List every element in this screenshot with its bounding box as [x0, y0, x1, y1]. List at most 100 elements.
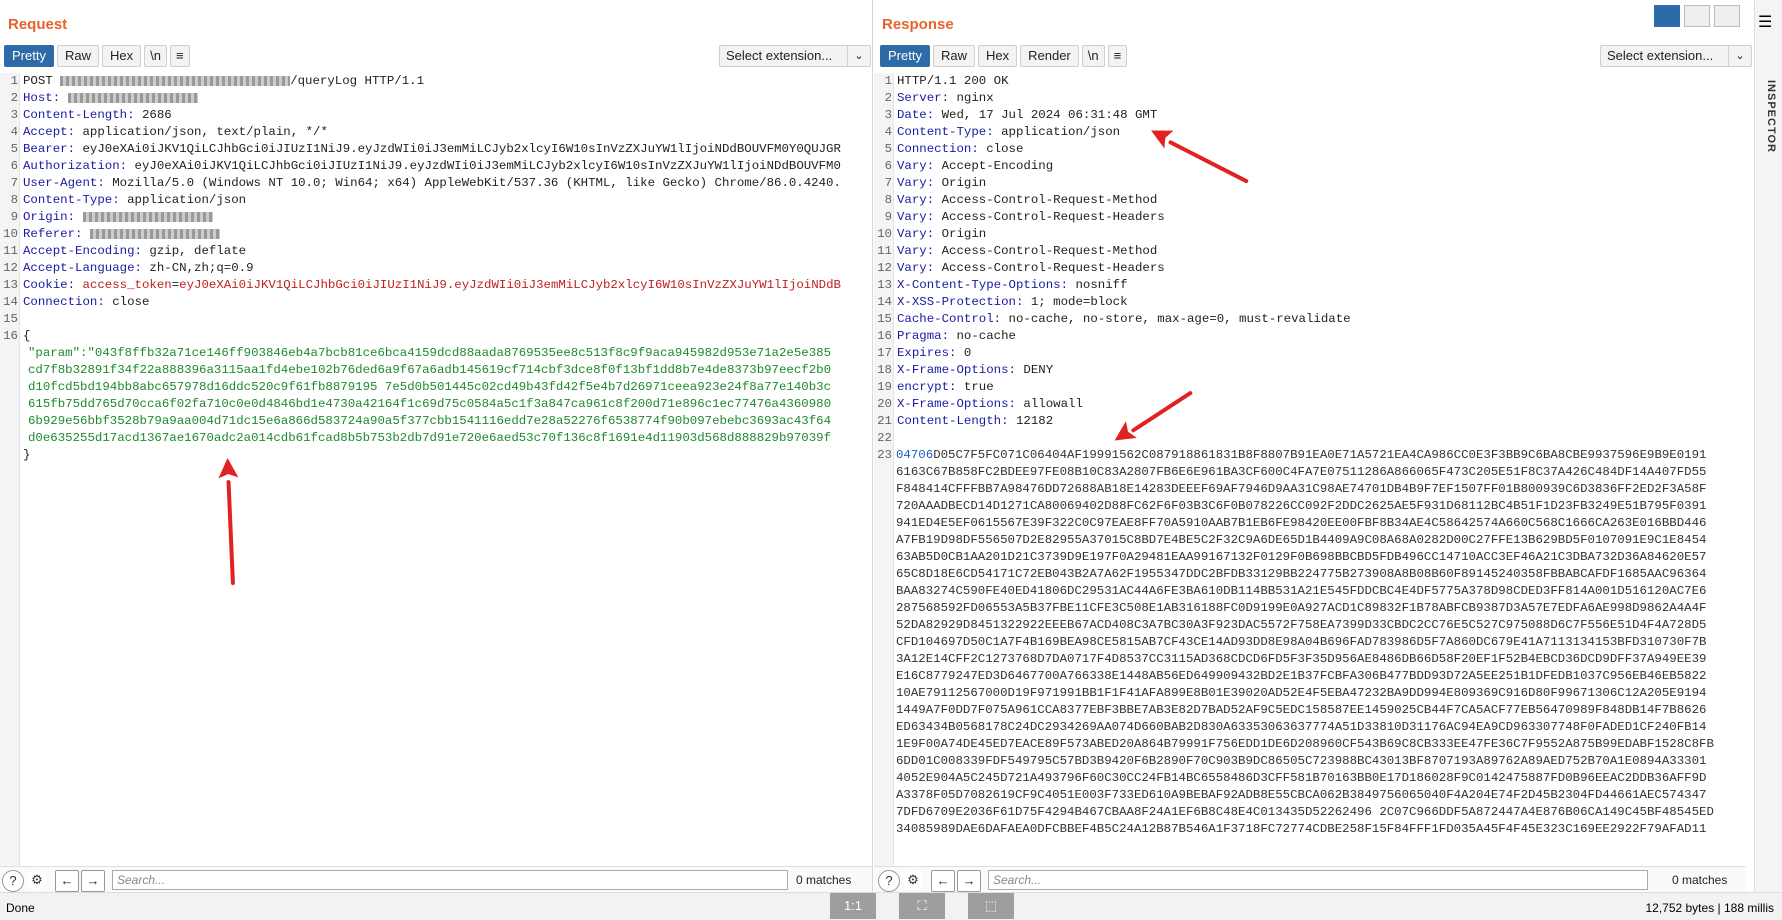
header-key: X-Content-Type-Options: — [897, 278, 1076, 292]
inspector-label[interactable]: INSPECTOR — [1759, 80, 1777, 153]
code-line: Expires: 0 — [897, 345, 971, 362]
response-search-input[interactable]: Search... — [988, 870, 1648, 890]
line-number: 6 — [10, 159, 18, 173]
menu-icon[interactable]: ≡ — [1107, 45, 1128, 67]
hex-body-line: A7FB19D98DF556507D2E82955A37015C8BD7E4BE… — [896, 532, 1706, 549]
newline-toggle[interactable]: \n — [1081, 45, 1105, 67]
line-number: 14 — [3, 295, 18, 309]
hex-text: 287568592FD06553A5B37FBE11CFE3C508E1AB31… — [896, 601, 1707, 615]
prev-match-button[interactable]: ← — [931, 870, 955, 892]
inspector-menu-icon[interactable]: ☰ — [1758, 12, 1772, 32]
tab-hex[interactable]: Hex — [101, 45, 142, 67]
line-number: 12 — [877, 261, 892, 275]
request-search-bar: ? ⚙ ← → Search... 0 matches — [0, 866, 872, 893]
line-number: 3 — [884, 108, 892, 122]
hex-body-line: 34085989DAE6DAFAEA0DFCBBEF4B5C24A12B87B5… — [896, 821, 1706, 838]
line-number: 7 — [884, 176, 892, 190]
hex-text: 65C8D18E6CD54171C72EB043B2A7A62F1955347D… — [896, 567, 1707, 581]
line-number: 17 — [877, 346, 892, 360]
next-match-button[interactable]: → — [81, 870, 105, 892]
line-number: 13 — [3, 278, 18, 292]
header-key: Date: — [897, 108, 942, 122]
hex-body-line: BAA83274C590FE40ED41806DC29531AC44A6FE3B… — [896, 583, 1706, 600]
value-text: nginx — [956, 91, 994, 105]
actual-size-button[interactable]: 1:1 — [830, 893, 876, 919]
json-body-line: cd7f8b32891f34f22a888396a3115aa1fd4ebe10… — [28, 363, 832, 377]
help-icon[interactable]: ? — [878, 870, 900, 892]
screenshot-icon[interactable]: ⬚ — [968, 893, 1014, 919]
value-text: Access-Control-Request-Method — [941, 244, 1158, 258]
hex-text: BAA83274C590FE40ED41806DC29531AC44A6FE3B… — [896, 584, 1707, 598]
redacted-text — [89, 228, 220, 239]
hex-text: 6DD01C008339FDF549795C57BD3B9420F6B2890F… — [896, 754, 1707, 768]
code-line: User-Agent: Mozilla/5.0 (Windows NT 10.0… — [23, 175, 841, 192]
layout-vertical-icon[interactable] — [1684, 5, 1710, 27]
redacted-text — [67, 92, 198, 103]
value-text: true — [963, 380, 994, 394]
gear-icon[interactable]: ⚙ — [903, 870, 923, 890]
fit-screen-icon[interactable]: ⛶ — [899, 893, 945, 919]
code-line: X-Frame-Options: DENY — [897, 362, 1053, 379]
value-text: eyJ0eXAi0iJKV1QiLCJhbGci0iJIUzI1NiJ9.eyJ… — [134, 159, 841, 173]
code-line: Host: — [23, 90, 198, 107]
hex-body-line: 6DD01C008339FDF549795C57BD3B9420F6B2890F… — [896, 753, 1706, 770]
code-line: Content-Length: 12182 — [897, 413, 1053, 430]
line-number: 9 — [884, 210, 892, 224]
hex-body-line: ED63434B0568178C24DC2934269AA074D660BAB2… — [896, 719, 1706, 736]
request-editor[interactable]: 1 POST /queryLog HTTP/1.1 2 Host: 3 Content-… — [0, 73, 872, 866]
code-line: Vary: Accept-Encoding — [897, 158, 1053, 175]
chevron-down-icon: ⌄ — [1728, 46, 1751, 66]
code-line: Vary: Access-Control-Request-Headers — [897, 209, 1165, 226]
line-number: 3 — [10, 108, 18, 122]
tab-pretty[interactable]: Pretty — [880, 45, 930, 67]
code-line: Connection: close — [897, 141, 1023, 158]
request-search-input[interactable]: Search... — [112, 870, 788, 890]
layout-tabs-icon[interactable] — [1714, 5, 1740, 27]
hex-body-line: 04706D05C7F5FC071C06404AF19991562C087918… — [896, 447, 1707, 464]
line-number: 19 — [877, 380, 892, 394]
hex-text: 6163C67B858FC2BDEE97FE08B10C83A2807FB6E6… — [896, 465, 1707, 479]
layout-side-by-side-icon[interactable] — [1654, 5, 1680, 27]
header-key: Host: — [23, 91, 68, 105]
tab-pretty[interactable]: Pretty — [4, 45, 54, 67]
header-key: Vary: — [897, 210, 942, 224]
header-key: Accept-Encoding: — [23, 244, 150, 258]
code-line: HTTP/1.1 200 OK — [897, 73, 1009, 90]
tab-render[interactable]: Render — [1020, 45, 1079, 67]
hex-text: 720AAADBECD14D1271CA80069402D88FC62F6F03… — [896, 499, 1707, 513]
response-title: Response — [882, 16, 954, 33]
tab-raw[interactable]: Raw — [932, 45, 975, 67]
tab-hex[interactable]: Hex — [977, 45, 1018, 67]
gear-icon[interactable]: ⚙ — [27, 870, 47, 890]
header-key: Connection: — [23, 295, 113, 309]
response-extension-select[interactable]: Select extension... ⌄ — [1600, 45, 1752, 67]
newline-toggle[interactable]: \n — [144, 45, 167, 67]
hex-text: 7DFD6709E2036F61D75F4294B467CBAA8F24A1EF… — [896, 805, 1714, 819]
header-key: Content-Length: — [897, 414, 1016, 428]
tab-raw[interactable]: Raw — [56, 45, 99, 67]
prev-match-button[interactable]: ← — [55, 870, 79, 892]
line-number: 10 — [877, 227, 892, 241]
line-number: 6 — [884, 159, 892, 173]
value-text: close — [112, 295, 150, 309]
response-view-tabs: Pretty Raw Hex Render \n ≡ — [880, 45, 1128, 67]
help-icon[interactable]: ? — [2, 870, 24, 892]
code-line: POST /queryLog HTTP/1.1 — [23, 73, 424, 90]
request-extension-select[interactable]: Select extension... ⌄ — [719, 45, 871, 67]
hex-body-line: 941ED4E5EF0615567E39F322C0C97EAE8FF70A59… — [896, 515, 1706, 532]
line-number: 15 — [3, 312, 18, 326]
value-text: application/json — [127, 193, 247, 207]
hex-text: 3A12E14CFF2C1273768D7DA0717F4D8537CC3115… — [896, 652, 1707, 666]
code-line: Date: Wed, 17 Jul 2024 06:31:48 GMT — [897, 107, 1157, 124]
header-key: Vary: — [897, 261, 942, 275]
value-text: HTTP/1.1 200 OK — [897, 74, 1009, 88]
header-key: Vary: — [897, 227, 942, 241]
menu-icon[interactable]: ≡ — [169, 45, 190, 67]
header-key: Accept-Language: — [23, 261, 150, 275]
response-editor[interactable]: 1 HTTP/1.1 200 OK 2 Server: nginx 3 Date: Wed… — [874, 73, 1746, 866]
json-body-line: d10fcd5bd194bb8abc657978d16ddc520c9f61fb… — [28, 380, 832, 394]
code-line: Vary: Origin — [897, 175, 986, 192]
next-match-button[interactable]: → — [957, 870, 981, 892]
header-key: Vary: — [897, 176, 942, 190]
code-line: Vary: Access-Control-Request-Method — [897, 243, 1157, 260]
